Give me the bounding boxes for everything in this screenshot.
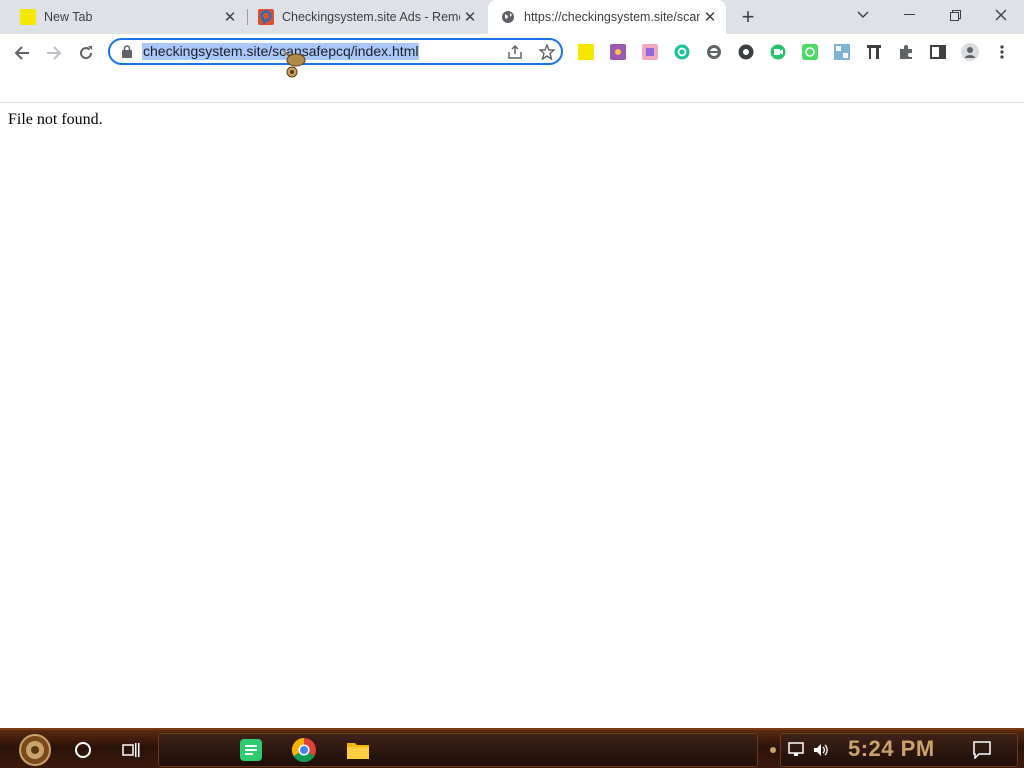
puzzle-extensions-icon[interactable] — [897, 43, 915, 61]
minimize-button[interactable] — [886, 0, 932, 30]
close-icon[interactable]: ✕ — [220, 7, 240, 27]
video-chat-extension-icon[interactable] — [769, 43, 787, 61]
show-hidden-icons-icon[interactable] — [766, 734, 780, 766]
yellow-square-icon — [20, 9, 36, 25]
volume-icon[interactable] — [810, 734, 832, 766]
close-window-button[interactable] — [978, 0, 1024, 30]
back-button[interactable] — [7, 38, 37, 68]
tab-strip: New Tab ✕ Checkingsystem.site Ads - Remo… — [0, 0, 1024, 34]
notes-app-icon[interactable] — [236, 734, 266, 766]
new-tab-button[interactable]: + — [736, 4, 760, 29]
file-not-found-message: File not found. — [8, 111, 103, 128]
tab-title: Checkingsystem.site Ads - Remo — [282, 10, 460, 24]
close-icon[interactable]: ✕ — [700, 7, 720, 27]
tab-active[interactable]: https://checkingsystem.site/scan ✕ — [488, 0, 726, 34]
profile-avatar-icon[interactable] — [961, 43, 979, 61]
yellow-extension-icon[interactable] — [577, 43, 595, 61]
tab-title: https://checkingsystem.site/scan — [524, 10, 700, 24]
circle-extension-icon[interactable] — [705, 43, 723, 61]
file-explorer-icon[interactable] — [342, 734, 374, 766]
mouse-cursor-icon — [280, 46, 312, 85]
tools-extension-icon[interactable] — [865, 43, 883, 61]
grid-extension-icon[interactable] — [833, 43, 851, 61]
forward-button[interactable] — [39, 38, 69, 68]
start-button[interactable] — [10, 734, 60, 766]
taskbar-clock[interactable]: 5:24 PM — [848, 736, 935, 762]
pink-extension-icon[interactable] — [641, 43, 659, 61]
globe-icon — [500, 9, 516, 25]
network-icon[interactable] — [786, 734, 808, 766]
content-divider — [0, 102, 1024, 103]
share-icon[interactable] — [506, 43, 524, 61]
purple-extension-icon[interactable] — [609, 43, 627, 61]
notification-center-icon[interactable] — [968, 734, 996, 766]
tab-search-chevron-icon[interactable] — [840, 0, 886, 30]
browser-toolbar: checkingsystem.site/scansafepcq/index.ht… — [0, 34, 1024, 72]
green-extension-icon[interactable] — [801, 43, 819, 61]
reload-button[interactable] — [71, 38, 101, 68]
grammarly-icon[interactable] — [673, 43, 691, 61]
tab-title: New Tab — [44, 10, 93, 24]
tab-new-tab[interactable]: New Tab ✕ — [0, 0, 246, 34]
task-view-icon[interactable] — [116, 734, 146, 766]
side-panel-icon[interactable] — [929, 43, 947, 61]
pcrisk-icon — [258, 9, 274, 25]
bookmark-star-icon[interactable] — [538, 43, 556, 61]
close-icon[interactable]: ✕ — [460, 7, 480, 27]
chrome-icon[interactable] — [288, 734, 320, 766]
tab-pcrisk[interactable]: Checkingsystem.site Ads - Remo ✕ — [238, 0, 486, 34]
menu-kebab-icon[interactable] — [993, 43, 1011, 61]
taskbar: 5:24 PM — [0, 728, 1024, 768]
chat-extension-icon[interactable] — [737, 43, 755, 61]
restore-button[interactable] — [932, 0, 978, 30]
search-circle-icon[interactable] — [68, 734, 98, 766]
lock-icon[interactable] — [122, 45, 132, 63]
address-bar[interactable]: checkingsystem.site/scansafepcq/index.ht… — [108, 38, 563, 65]
